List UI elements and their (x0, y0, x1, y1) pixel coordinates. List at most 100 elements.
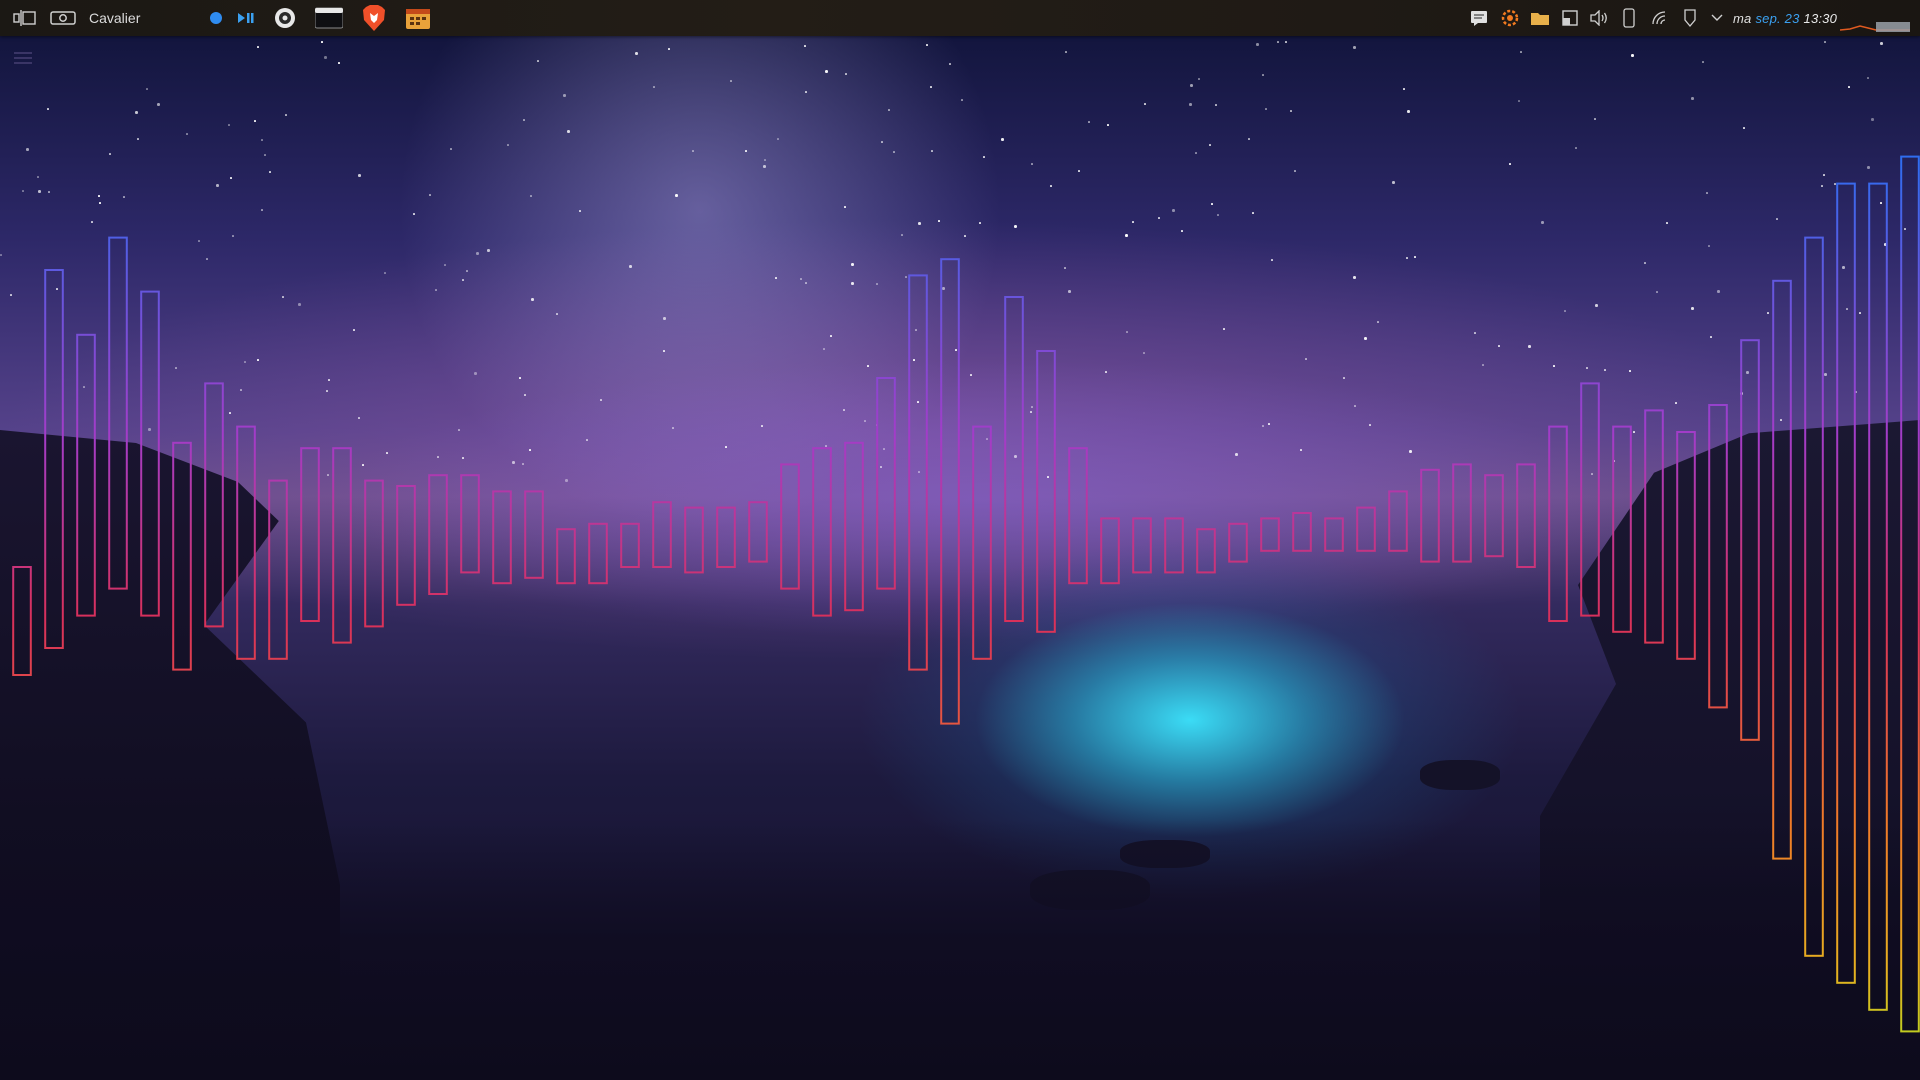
screenshot-icon (50, 11, 76, 25)
terminal-icon (315, 7, 343, 29)
visualizer-bar (1516, 463, 1536, 568)
visualizer-bar (108, 236, 128, 590)
visualizer-bar (652, 501, 672, 569)
tray-usb[interactable] (1680, 0, 1700, 36)
activities-button[interactable] (12, 0, 38, 36)
visualizer-bar (140, 290, 160, 617)
clock-time: 13:30 (1803, 10, 1838, 26)
visualizer-bar (556, 528, 576, 585)
activities-icon (13, 10, 36, 26)
system-monitor-graph[interactable] (1840, 4, 1910, 32)
visualizer-bar (1100, 517, 1120, 585)
visualizer-bar (1548, 425, 1568, 622)
panel-clock[interactable]: ma sep. 23 13:30 (1733, 0, 1837, 36)
tray-window[interactable] (1560, 0, 1580, 36)
active-app-title[interactable]: Cavalier (89, 0, 140, 36)
visualizer-bar (1132, 517, 1152, 574)
visualizer-bar (748, 501, 768, 563)
visualizer-bar (172, 441, 192, 671)
chevron-down-icon (1711, 14, 1723, 21)
visualizer-bar (44, 269, 64, 649)
play-pause-icon (238, 13, 254, 23)
brave-browser-launcher[interactable] (360, 0, 388, 36)
visualizer-bar (492, 490, 512, 585)
calendar-app-icon (406, 9, 430, 29)
obs-icon (275, 8, 295, 28)
audio-visualizer (12, 155, 1920, 1033)
visualizer-bar (1068, 447, 1088, 585)
visualizer-bar (1292, 512, 1312, 552)
visualizer-bar (1484, 474, 1504, 558)
volume-icon (1590, 10, 1607, 26)
clock-day: ma (1733, 10, 1752, 26)
visualizer-bars (12, 155, 1920, 1033)
usb-icon (1684, 9, 1696, 28)
visualizer-bar (1612, 425, 1632, 633)
visualizer-bar (1324, 517, 1344, 552)
visualizer-bar (876, 377, 896, 590)
visualizer-bar (1900, 155, 1920, 1033)
visualizer-bar (364, 479, 384, 628)
visualizer-bar (460, 474, 480, 574)
tray-settings[interactable] (1499, 0, 1521, 36)
record-indicator[interactable] (208, 0, 224, 36)
visualizer-bar (1388, 490, 1408, 552)
visualizer-bar (1036, 350, 1056, 633)
visualizer-bar (684, 506, 704, 574)
visualizer-bar (940, 258, 960, 725)
visualizer-bar (1740, 339, 1760, 741)
visualizer-bar (76, 333, 96, 617)
clock-date: sep. 23 (1755, 10, 1800, 26)
calendar-app-launcher[interactable] (404, 0, 432, 36)
settings-gear-icon (1501, 9, 1519, 27)
folder-icon (1531, 13, 1549, 25)
window-icon (1562, 10, 1578, 26)
visualizer-bar (1004, 296, 1024, 622)
brave-icon (363, 5, 385, 31)
visualizer-bar (972, 425, 992, 660)
tray-notes[interactable] (1469, 0, 1489, 36)
visualizer-bar (1804, 236, 1824, 957)
visualizer-bar (428, 474, 448, 596)
visualizer-bar (780, 463, 800, 590)
tray-volume[interactable] (1588, 0, 1610, 36)
visualizer-bar (204, 382, 224, 628)
visualizer-bar (332, 447, 352, 644)
network-icon (1652, 11, 1666, 25)
terminal-launcher[interactable] (314, 0, 344, 36)
visualizer-bar (12, 566, 32, 676)
visualizer-bar (1164, 517, 1184, 574)
obs-launcher[interactable] (272, 0, 298, 36)
visualizer-bar (844, 441, 864, 612)
visualizer-bar (1260, 517, 1280, 552)
tray-phone[interactable] (1620, 0, 1638, 36)
screenshot-button[interactable] (49, 0, 77, 36)
visualizer-bar (1196, 528, 1216, 574)
visualizer-bar (1228, 522, 1248, 563)
visualizer-bar (1708, 404, 1728, 709)
visualizer-bar (1676, 431, 1696, 660)
tray-network[interactable] (1650, 0, 1670, 36)
visualizer-bar (588, 522, 608, 585)
visualizer-bar (812, 447, 832, 617)
visualizer-bar (1836, 182, 1856, 984)
visualizer-bar (716, 506, 736, 569)
visualizer-bar (300, 447, 320, 623)
visualizer-bar (1452, 463, 1472, 563)
visualizer-bar (524, 490, 544, 579)
visualizer-bar (1356, 506, 1376, 552)
tray-expand[interactable] (1708, 0, 1726, 36)
notes-icon (1471, 11, 1487, 26)
visualizer-bar (268, 479, 288, 660)
visualizer-bar (1420, 468, 1440, 563)
visualizer-bar (908, 274, 928, 671)
visualizer-bar (236, 425, 256, 660)
visualizer-bar (1772, 279, 1792, 860)
top-panel: Cavalier ma sep. 23 13:30 (0, 0, 1920, 36)
media-play-pause-button[interactable] (236, 0, 256, 36)
tray-files[interactable] (1529, 0, 1551, 36)
visualizer-bar (1580, 382, 1600, 617)
visualizer-bar (396, 485, 416, 606)
record-dot-icon (210, 12, 222, 24)
visualizer-bar (1868, 182, 1888, 1011)
